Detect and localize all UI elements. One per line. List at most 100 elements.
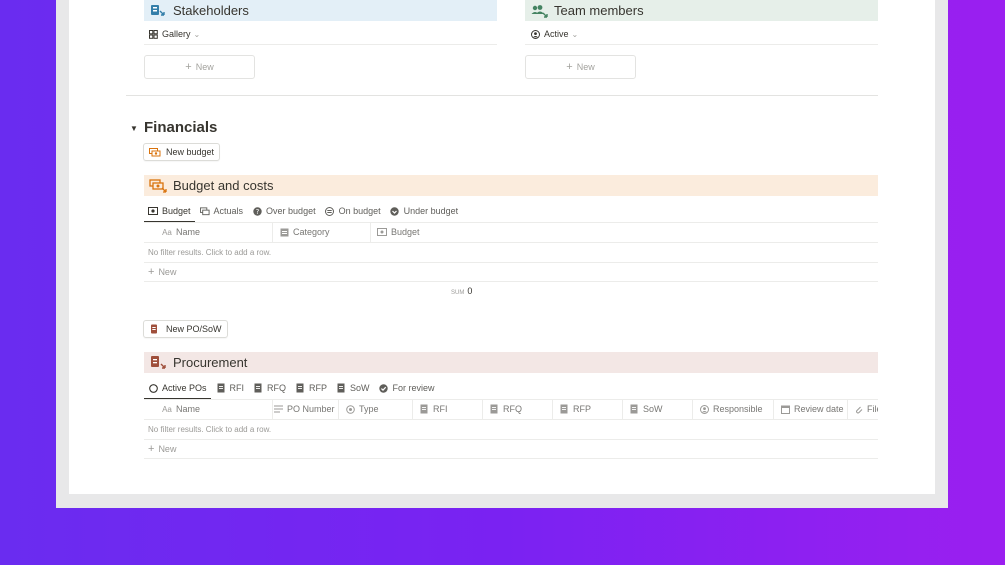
new-budget-button[interactable]: New budget [143, 143, 221, 161]
budget-new-label: New [158, 267, 177, 277]
financials-heading: Financials [144, 119, 218, 136]
down-circle-icon [390, 206, 400, 216]
team-new-button[interactable]: + New [525, 55, 636, 79]
divider [144, 419, 878, 420]
circle-icon [148, 383, 158, 393]
column-header-budget[interactable]: Budget [371, 222, 878, 242]
new-po-sow-button[interactable]: New PO/SoW [143, 320, 228, 338]
divider [144, 44, 497, 45]
column-label: Budget [391, 227, 420, 237]
tab-under-budget[interactable]: Under budget [390, 202, 459, 220]
calendar-icon [780, 404, 790, 414]
divider [144, 458, 878, 459]
tab-sow[interactable]: SoW [336, 379, 370, 397]
team-header: Team members [525, 0, 878, 21]
procurement-empty-text[interactable]: No filter results. Click to add a row. [148, 425, 271, 434]
procurement-new-row[interactable]: + New [148, 443, 176, 455]
budget-sum[interactable]: SUM 0 [451, 286, 472, 296]
procurement-view-tabs: Active POs RFI RFQ RFP SoW For review [144, 379, 444, 400]
budget-view-tabs: Budget Actuals ? Over budget On budget U… [144, 202, 467, 223]
column-header-review-date[interactable]: Review date [774, 399, 848, 419]
column-header-rfi[interactable]: RFI [413, 399, 483, 419]
tab-for-review[interactable]: For review [379, 379, 435, 397]
procurement-new-label: New [158, 444, 177, 454]
column-header-rfp[interactable]: RFP [553, 399, 623, 419]
tab-label: Over budget [266, 206, 316, 216]
doc-icon [216, 383, 226, 393]
budget-empty-text[interactable]: No filter results. Click to add a row. [148, 248, 271, 257]
tab-budget[interactable]: Budget [144, 202, 195, 223]
tab-label: Active POs [162, 383, 207, 393]
column-header-responsible[interactable]: Responsible [693, 399, 774, 419]
divider [525, 44, 878, 45]
divider [144, 439, 878, 440]
plus-icon: + [566, 61, 573, 73]
tab-rfq[interactable]: RFQ [253, 379, 286, 397]
help-circle-icon: ? [252, 206, 262, 216]
person-circle-icon [530, 29, 540, 39]
column-label: Category [293, 227, 330, 237]
tab-label: RFQ [267, 383, 287, 393]
team-icon [530, 3, 548, 19]
tab-rfi[interactable]: RFI [216, 379, 245, 397]
tab-rfp[interactable]: RFP [295, 379, 327, 397]
column-label: Name [176, 227, 201, 237]
stakeholders-new-label: New [195, 62, 214, 72]
procurement-header: Procurement [144, 352, 878, 373]
money-icon [377, 227, 387, 237]
tab-active-pos[interactable]: Active POs [144, 379, 211, 400]
column-label: Review date [794, 404, 844, 414]
tab-label: RFI [229, 383, 245, 393]
check-circle-icon [379, 383, 389, 393]
divider [144, 242, 878, 243]
section-divider [126, 95, 878, 96]
tab-label: Budget [162, 206, 191, 216]
tab-label: For review [392, 383, 435, 393]
column-header-po-number[interactable]: PO Number [267, 399, 339, 419]
column-header-rfq[interactable]: RFQ [483, 399, 553, 419]
tab-on-budget[interactable]: On budget [325, 202, 381, 220]
budget-icon [149, 178, 167, 194]
column-header-sow[interactable]: SoW [623, 399, 693, 419]
equal-circle-icon [325, 206, 335, 216]
tab-over-budget[interactable]: ? Over budget [252, 202, 316, 220]
status-icon [345, 404, 355, 414]
divider [144, 281, 878, 282]
team-new-label: New [576, 62, 595, 72]
plus-icon: + [148, 266, 155, 278]
tab-label: Actuals [213, 206, 244, 216]
doc-icon [559, 404, 569, 414]
doc-icon [336, 383, 346, 393]
column-header-type[interactable]: Type [339, 399, 413, 419]
gallery-icon [148, 29, 158, 39]
column-header-name[interactable]: Aa Name [156, 399, 273, 419]
budget-new-row[interactable]: + New [148, 266, 176, 278]
stakeholders-title: Stakeholders [173, 3, 249, 18]
chevron-down-icon: ⌄ [571, 29, 579, 39]
divider [144, 262, 878, 263]
budget-title: Budget and costs [173, 178, 274, 193]
column-label: Type [359, 404, 379, 414]
team-view-active[interactable]: Active ⌄ [530, 27, 578, 41]
tab-actuals[interactable]: Actuals [199, 202, 244, 220]
doc-icon [629, 404, 639, 414]
tab-label: RFP [309, 383, 328, 393]
doc-icon [295, 383, 305, 393]
doc-icon [419, 404, 429, 414]
column-header-category[interactable]: Category [273, 222, 371, 242]
stakeholders-new-button[interactable]: + New [144, 55, 255, 79]
column-header-name[interactable]: Aa Name [156, 222, 273, 242]
paperclip-icon [854, 404, 863, 414]
column-label: Name [176, 404, 201, 414]
column-label: RFQ [503, 404, 522, 414]
chevron-down-icon: ⌄ [193, 29, 201, 39]
doc-stack-icon [149, 324, 161, 334]
tab-label: SoW [350, 383, 370, 393]
financials-toggle[interactable]: ▼ [130, 124, 138, 133]
column-header-file[interactable]: File [848, 399, 878, 419]
select-icon [279, 227, 289, 237]
stakeholders-view-gallery[interactable]: Gallery ⌄ [148, 27, 200, 41]
person-icon [699, 404, 709, 414]
tab-label: Under budget [403, 206, 459, 216]
team-view-label: Active [544, 29, 569, 39]
